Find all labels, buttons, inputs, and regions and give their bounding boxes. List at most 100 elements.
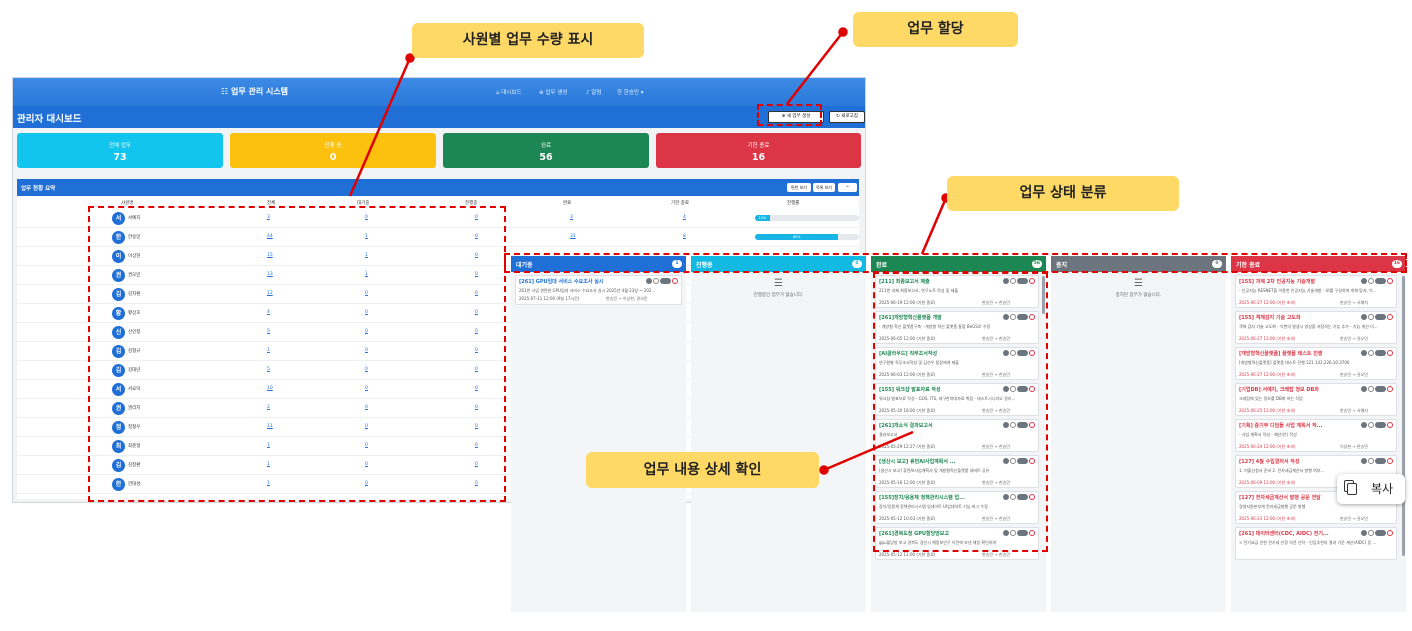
progress-fill: 80% [755, 234, 839, 240]
highlight-done-cards [873, 272, 1048, 552]
task-card-title[interactable]: [261] 데이터센터(CDC, AIDC) 전기... [1239, 530, 1351, 537]
highlight-employee-counts [88, 206, 506, 502]
count-overdue[interactable]: 4 [683, 215, 686, 220]
status-pill-icon[interactable] [1375, 314, 1386, 320]
edit-icon[interactable] [1368, 458, 1374, 464]
nav-user-menu[interactable]: 한 한승민 ▾ [617, 88, 644, 96]
edit-icon[interactable] [1368, 314, 1374, 320]
app-brand[interactable]: ☷ 업무 관리 시스템 [221, 86, 288, 97]
task-card-owner: 한승민 → 이상현, 권오민 [606, 296, 648, 301]
task-card-desc: 크레탑에 있는 정보를 DB화 하는 작업 [1239, 396, 1303, 401]
task-card[interactable]: [155] 과제 2차 인공지능 기술개발 - 인공지능 RESNET을 이용한 … [1235, 275, 1397, 308]
copy-button[interactable]: 복사 [1337, 474, 1405, 504]
task-card[interactable]: [개방형혁신플랫폼] 플랫폼 테스트 진행 [개방형혁신플랫폼] 플랫폼 테스트 … [1235, 347, 1397, 380]
task-card-title[interactable]: [155] 객체감지 기술 고도화 [1239, 314, 1351, 321]
task-card-date: 2025-07-11 12:00 (9일 17시간) [519, 296, 580, 301]
delete-icon[interactable] [672, 278, 678, 284]
delete-icon[interactable] [1387, 350, 1393, 356]
task-card[interactable]: [기획] 중기부 디딤돌 사업 계획서 작... - 사업 계획서 작성 - 예산… [1235, 419, 1397, 452]
avatar-icon [1361, 278, 1367, 284]
status-pill-icon[interactable] [1375, 386, 1386, 392]
stat-card-label: 전체 업무 [109, 143, 131, 149]
task-card-desc: - 인공지능 RESNET을 이용한 인공지능 기술개발 - UI를 구성하여 … [1239, 288, 1377, 293]
highlight-new-task [757, 104, 822, 126]
task-card-desc: [개방형혁신플랫폼] 플랫폼 테스트 진행 221.142.226.10:370… [1239, 360, 1350, 365]
delete-icon[interactable] [1387, 458, 1393, 464]
task-card[interactable]: [261] 데이터센터(CDC, AIDC) 전기... < 전기요금 인한 전기… [1235, 527, 1397, 560]
task-card-title[interactable]: [261] GPU임대 서비스 수요조사 실시 [519, 278, 639, 285]
nav-notifications[interactable]: ♪ 알림 [586, 88, 601, 96]
task-card-title[interactable]: [개방형혁신플랫폼] 플랫폼 테스트 진행 [1239, 350, 1351, 357]
task-card-desc: 261번 사업 관련한 GPU임대 서비스 수요조사 실시 2025년 4월 2… [519, 288, 656, 293]
edit-icon[interactable] [1368, 386, 1374, 392]
task-card[interactable]: [기업DB] 서예지, 크레탑 정보 DB화크레탑에 있는 정보를 DB화 하는… [1235, 383, 1397, 416]
empty-state: ☰ 중지된 업무가 없습니다. [1051, 278, 1226, 298]
stat-card-label: 완료 [540, 143, 552, 149]
status-pill-icon[interactable] [1375, 278, 1386, 284]
progress-bar: 80% [755, 234, 859, 240]
card-view-button[interactable]: 편번 보기 [787, 183, 811, 192]
list-check-icon: ☰ [1134, 278, 1143, 289]
delete-icon[interactable] [1387, 386, 1393, 392]
collapse-button[interactable]: ^ [838, 183, 857, 192]
refresh-button[interactable]: ↻ 새로고침 [829, 111, 865, 123]
task-card-date: 2025-06-24 12:00 (기한 초과) [1239, 444, 1296, 449]
nav-create-task[interactable]: ⊕ 업무 생성 [539, 88, 567, 96]
delete-icon[interactable] [1387, 278, 1393, 284]
edit-icon[interactable] [1368, 350, 1374, 356]
task-card-owner: 이상현 → 한승민 [1340, 444, 1368, 449]
kanban-col-waiting: 대기중 1 [261] GPU임대 서비스 수요조사 실시 261번 사업 관련… [511, 256, 686, 612]
task-card-owner: 한승민 → 권오민 [1340, 372, 1368, 377]
stat-card-done: 완료 56 [443, 133, 649, 168]
copy-label: 복사 [1371, 482, 1394, 496]
avatar-icon [1361, 386, 1367, 392]
count-overdue[interactable]: 8 [683, 234, 686, 239]
edit-icon[interactable] [653, 278, 659, 284]
task-card-title[interactable]: [127] 전자세금계산서 발행 공문 전달 [1239, 494, 1351, 501]
status-pill-icon[interactable] [1375, 458, 1386, 464]
delete-icon[interactable] [1387, 422, 1393, 428]
task-card-title[interactable]: [기업DB] 서예지, 크레탑 정보 DB화 [1239, 386, 1351, 393]
task-card-actions [1361, 386, 1393, 392]
status-pill-icon[interactable] [1375, 350, 1386, 356]
list-view-button[interactable]: 목록 보기 [813, 183, 835, 192]
count-done[interactable]: 3 [570, 215, 573, 220]
count-done[interactable]: 31 [570, 234, 576, 239]
summary-title: 업무 현황 요약 [21, 186, 56, 192]
task-card-title[interactable]: [기획] 중기부 디딤돌 사업 계획서 작... [1239, 422, 1351, 429]
status-pill-icon[interactable] [1375, 422, 1386, 428]
task-card-date: 2025-06-23 12:00 (기한 초과) [1239, 516, 1296, 521]
stat-card-value: 73 [113, 152, 127, 163]
task-card-date: 2025-06-25 12:00 (기한 초과) [1239, 408, 1296, 413]
task-card-desc: 경영지원본부에 전자세금발행 공문 발행 [1239, 504, 1306, 509]
status-pill-icon[interactable] [1375, 530, 1386, 536]
task-card-title[interactable]: [127] 4월 수입결의서 작성 [1239, 458, 1351, 465]
col-header-rate: 진행률 [787, 201, 800, 206]
edit-icon[interactable] [1368, 530, 1374, 536]
task-card-title[interactable]: [155] 과제 2차 인공지능 기술개발 [1239, 278, 1351, 285]
page-header: 관리자 대시보드 ⊕ 새 업무 생성 ↻ 새로고침 [13, 106, 865, 128]
kanban-col-overdue: 기한 종료 16 [155] 과제 2차 인공지능 기술개발 - 인공지능 RES… [1231, 256, 1406, 612]
delete-icon[interactable] [1387, 530, 1393, 536]
delete-icon[interactable] [1387, 314, 1393, 320]
task-card-desc: - 사업 계획서 작성 - 예산(안) 작성 [1239, 432, 1297, 437]
col-header-overdue: 기한 종료 [671, 201, 689, 206]
empty-state: ☰ 진행중인 업무가 없습니다. [691, 278, 866, 298]
list-check-icon: ☰ [774, 278, 783, 289]
task-card-date: 2025-06-27 12:00 (기한 초과) [1239, 300, 1296, 305]
task-card-actions [1361, 458, 1393, 464]
nav-dashboard[interactable]: ⌂ 대시보드 [496, 88, 521, 96]
edit-icon[interactable] [1368, 422, 1374, 428]
scrollbar[interactable] [1402, 276, 1405, 556]
task-card-date: 2025-06-27 12:00 (기한 초과) [1239, 336, 1296, 341]
task-card[interactable]: [261] GPU임대 서비스 수요조사 실시 261번 사업 관련한 GPU임… [515, 275, 682, 305]
col-header-done: 완료 [563, 201, 572, 206]
task-card-owner: 한승민 → 권오민 [1340, 516, 1368, 521]
task-card[interactable]: [155] 객체감지 기술 고도화 객체 감지 기술 고도화 - 악변의 발생시 … [1235, 311, 1397, 344]
edit-icon[interactable] [1368, 278, 1374, 284]
callout-assign-task: 업무 할당 [853, 12, 1018, 47]
callout-employee-counts: 사원별 업무 수량 표시 [412, 23, 644, 58]
task-card-desc: < 전기요금 인한 전기세 인정 의견 신탁 - 인입추천의 결과 기준 계산(… [1239, 540, 1377, 545]
status-pill-icon[interactable] [660, 278, 671, 284]
callout-detail-view: 업무 내용 상세 확인 [586, 452, 819, 488]
